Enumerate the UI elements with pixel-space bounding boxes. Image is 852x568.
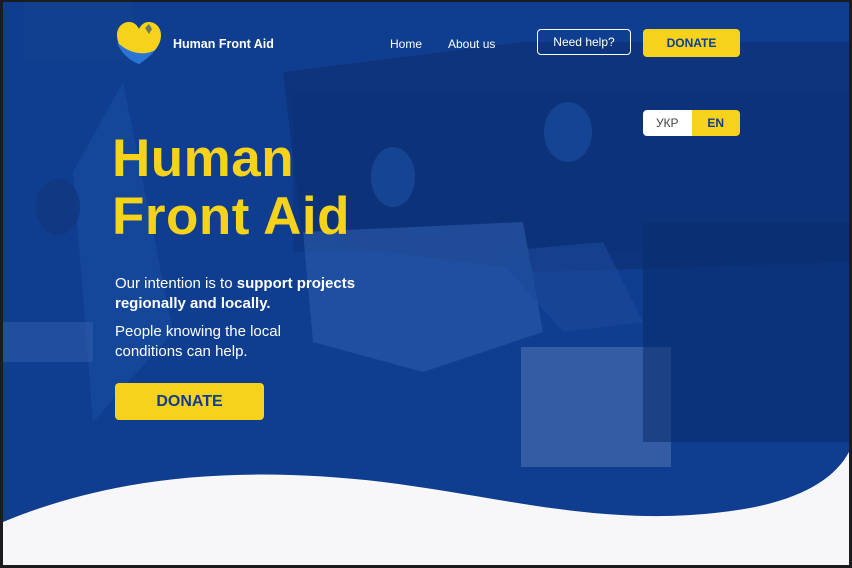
language-option-en[interactable]: EN [691, 110, 740, 136]
header-donate-button[interactable]: DONATE [643, 29, 740, 57]
nav-link-home[interactable]: Home [390, 37, 422, 51]
hero-title-line-1: Human [112, 129, 295, 188]
language-switcher: УКР EN [643, 110, 740, 136]
intro-prefix: Our intention is to [115, 275, 237, 292]
heart-logo-icon[interactable] [115, 20, 165, 66]
hero-donate-button[interactable]: DONATE [115, 383, 264, 420]
hero-title: Human Front Aid [112, 130, 350, 246]
bottom-wave-divider [3, 452, 849, 565]
page: Human Front Aid Home About us Need help?… [3, 2, 849, 565]
language-option-ua[interactable]: УКР [643, 110, 692, 136]
hero-title-line-2: Front Aid [112, 187, 351, 246]
brand-name[interactable]: Human Front Aid [173, 37, 274, 51]
nav-link-about-us[interactable]: About us [448, 37, 495, 51]
need-help-button[interactable]: Need help? [537, 29, 631, 55]
hero-intro-text: Our intention is to support projects reg… [115, 274, 395, 314]
hero-secondary-text: People knowing the local conditions can … [115, 323, 281, 360]
top-navigation: Human Front Aid Home About us Need help?… [3, 2, 849, 82]
